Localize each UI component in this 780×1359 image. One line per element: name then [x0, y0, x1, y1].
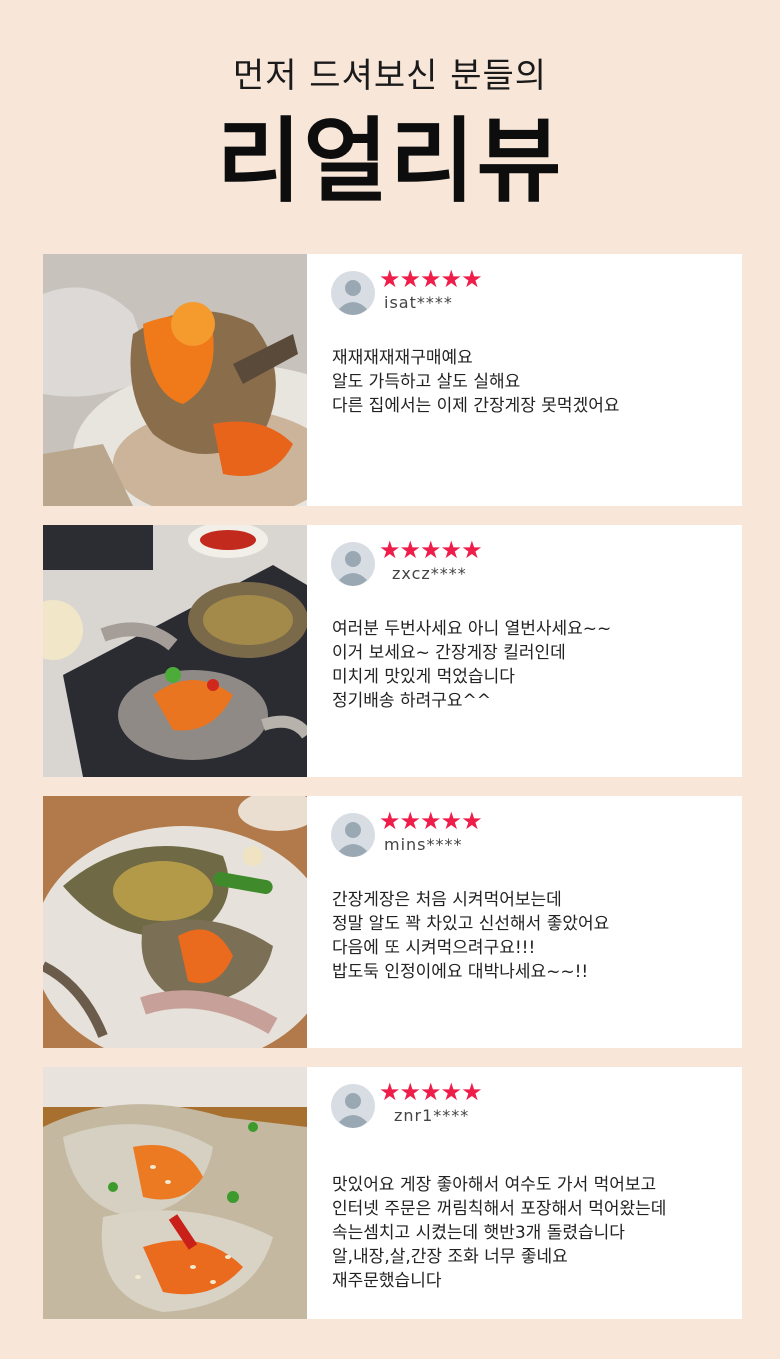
username: mins**** [384, 835, 463, 854]
star-rating: ★★★★★ [379, 807, 483, 835]
star-rating: ★★★★★ [379, 265, 483, 293]
avatar-icon [331, 1084, 375, 1128]
review-line: 알도 가득하고 살도 실해요 [332, 372, 521, 392]
username: isat**** [384, 293, 453, 312]
review-text: 간장게장은 처음 시켜먹어보는데 정말 알도 꽉 차있고 신선해서 좋았어요 다… [332, 888, 732, 984]
avatar-icon [331, 813, 375, 857]
username: znr1**** [394, 1106, 470, 1125]
crab-sesame-photo [43, 1067, 307, 1319]
review-line: 속는셈치고 시켰는데 햇반3개 돌렸습니다 [332, 1223, 625, 1243]
crab-plate-photo [43, 796, 307, 1048]
review-line: 재주문했습니다 [332, 1271, 442, 1291]
review-line: 여러분 두번사세요 아니 열번사세요~~ [332, 619, 612, 639]
review-card: ★★★★★ znr1**** 맛있어요 게장 좋아해서 여수도 가서 먹어보고 … [43, 1067, 742, 1319]
subtitle: 먼저 드셔보신 분들의 [232, 56, 548, 96]
review-line: 다음에 또 시켜먹으려구요!!! [332, 938, 536, 958]
review-card: ★★★★★ zxcz**** 여러분 두번사세요 아니 열번사세요~~ 이거 보… [43, 525, 742, 777]
review-line: 재재재재재구매예요 [332, 348, 473, 368]
avatar-icon [331, 542, 375, 586]
review-line: 인터넷 주문은 꺼림칙해서 포장해서 먹어왔는데 [332, 1199, 667, 1219]
username: zxcz**** [392, 564, 467, 583]
review-card: ★★★★★ isat**** 재재재재재구매예요 알도 가득하고 살도 실해요 … [43, 254, 742, 506]
review-line: 맛있어요 게장 좋아해서 여수도 가서 먹어보고 [332, 1175, 657, 1195]
review-line: 정말 알도 꽉 차있고 신선해서 좋았어요 [332, 914, 610, 934]
review-line: 다른 집에서는 이제 간장게장 못먹겠어요 [332, 396, 620, 416]
review-text: 여러분 두번사세요 아니 열번사세요~~ 이거 보세요~ 간장게장 킬러인데 미… [332, 617, 732, 713]
review-line: 정기배송 하려구요^^ [332, 691, 492, 711]
avatar-icon [331, 271, 375, 315]
review-text: 맛있어요 게장 좋아해서 여수도 가서 먹어보고 인터넷 주문은 꺼림칙해서 포… [332, 1173, 732, 1293]
review-line: 알,내장,살,간장 조화 너무 좋네요 [332, 1247, 568, 1267]
crab-roe-photo [43, 254, 307, 506]
star-rating: ★★★★★ [379, 1078, 483, 1106]
review-line: 미치게 맛있게 먹었습니다 [332, 667, 515, 687]
review-line: 밥도둑 인정이에요 대박나세요~~!! [332, 962, 589, 982]
page-title: 리얼리뷰 [216, 108, 564, 215]
review-line: 이거 보세요~ 간장게장 킬러인데 [332, 643, 566, 663]
crab-platter-photo [43, 525, 307, 777]
review-card: ★★★★★ mins**** 간장게장은 처음 시켜먹어보는데 정말 알도 꽉 … [43, 796, 742, 1048]
review-text: 재재재재재구매예요 알도 가득하고 살도 실해요 다른 집에서는 이제 간장게장… [332, 346, 732, 418]
review-line: 간장게장은 처음 시켜먹어보는데 [332, 890, 562, 910]
star-rating: ★★★★★ [379, 536, 483, 564]
